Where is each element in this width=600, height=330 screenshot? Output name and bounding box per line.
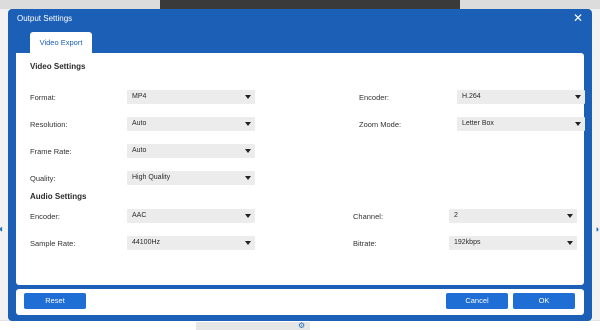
bitrate-value: 192kbps: [454, 239, 481, 246]
background-output-field: [196, 322, 310, 330]
channel-select[interactable]: 2: [449, 209, 577, 223]
chevron-down-icon: [567, 214, 573, 218]
sample-rate-label: Sample Rate:: [30, 239, 76, 248]
gear-icon: ⚙: [298, 321, 306, 330]
resolution-select[interactable]: Auto: [127, 117, 255, 131]
chevron-down-icon: [245, 241, 251, 245]
tab-video-export[interactable]: Video Export: [30, 32, 92, 53]
dialog-footer: Reset Cancel OK: [16, 289, 584, 315]
cancel-button[interactable]: Cancel: [446, 293, 508, 309]
zoom-mode-select[interactable]: Letter Box: [457, 117, 585, 131]
background-left-panel: [0, 9, 8, 324]
chevron-down-icon: [245, 95, 251, 99]
chevron-down-icon: [575, 122, 581, 126]
output-settings-dialog: Output Settings ✕ Video Export Video Set…: [8, 9, 592, 321]
chevron-down-icon: [245, 214, 251, 218]
bitrate-select[interactable]: 192kbps: [449, 236, 577, 250]
background-right-panel: [592, 9, 600, 324]
quality-value: High Quality: [132, 174, 171, 181]
background-top-bar: [0, 0, 600, 9]
chevron-down-icon: [575, 95, 581, 99]
bitrate-label: Bitrate:: [353, 239, 377, 248]
chevron-down-icon: [245, 122, 251, 126]
video-encoder-value: H.264: [462, 93, 481, 100]
dialog-title: Output Settings: [17, 14, 73, 23]
background-volume-icon: ◗: [594, 224, 600, 234]
audio-settings-title: Audio Settings: [30, 192, 87, 201]
format-select[interactable]: MP4: [127, 90, 255, 104]
quality-label: Quality:: [30, 174, 56, 183]
audio-encoder-label: Encoder:: [30, 212, 61, 221]
background-bottom-bar: ⚙: [0, 320, 600, 330]
resolution-value: Auto: [132, 120, 147, 127]
video-encoder-label: Encoder:: [359, 93, 390, 102]
sample-rate-select[interactable]: 44100Hz: [127, 236, 255, 250]
audio-encoder-value: AAC: [132, 212, 147, 219]
chevron-down-icon: [567, 241, 573, 245]
channel-label: Channel:: [353, 212, 384, 221]
zoom-mode-label: Zoom Mode:: [359, 120, 402, 129]
chevron-down-icon: [245, 149, 251, 153]
frame-rate-value: Auto: [132, 147, 147, 154]
background-play-icon: ◖: [0, 224, 5, 235]
chevron-down-icon: [245, 176, 251, 180]
channel-value: 2: [454, 212, 458, 219]
video-settings-title: Video Settings: [30, 62, 86, 71]
reset-button[interactable]: Reset: [24, 293, 86, 309]
video-encoder-select[interactable]: H.264: [457, 90, 585, 104]
close-icon[interactable]: ✕: [572, 12, 584, 24]
zoom-mode-value: Letter Box: [462, 120, 494, 127]
resolution-label: Resolution:: [30, 120, 68, 129]
format-value: MP4: [132, 93, 147, 100]
audio-encoder-select[interactable]: AAC: [127, 209, 255, 223]
sample-rate-value: 44100Hz: [132, 239, 161, 246]
format-label: Format:: [30, 93, 56, 102]
background-video-preview: [160, 0, 460, 9]
settings-panel: Video Settings Format: MP4 Encoder: H.26…: [16, 53, 585, 285]
frame-rate-select[interactable]: Auto: [127, 144, 255, 158]
quality-select[interactable]: High Quality: [127, 171, 255, 185]
frame-rate-label: Frame Rate:: [30, 147, 72, 156]
ok-button[interactable]: OK: [513, 293, 575, 309]
